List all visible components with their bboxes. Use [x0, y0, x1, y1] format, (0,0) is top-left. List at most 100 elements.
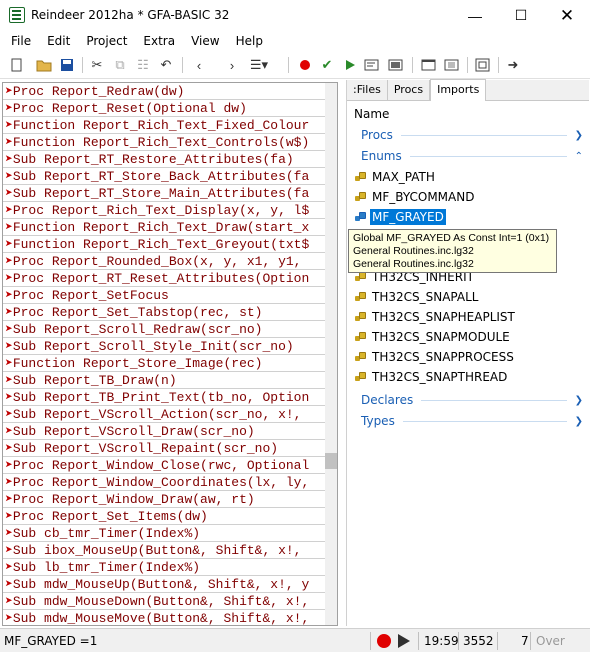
enum-item[interactable]: MAX_PATH: [355, 167, 435, 187]
play-icon[interactable]: [398, 634, 410, 648]
chevron-up-icon: ⌃: [574, 150, 583, 162]
window-title: Reindeer 2012ha * GFA-BASIC 32: [31, 8, 230, 22]
enum-icon: [355, 211, 366, 223]
code-text: Proc Report_Set_Items(dw): [12, 509, 208, 524]
fold-arrow-icon: ➤: [5, 203, 13, 218]
fold-arrow-icon: ➤: [5, 271, 13, 286]
code-line[interactable]: ➤Sub Report_Scroll_Redraw(scr_no): [3, 321, 337, 338]
code-line[interactable]: ➤Sub Report_TB_Print_Text(tb_no, Option: [3, 389, 337, 406]
code-line[interactable]: ➤Function Report_Rich_Text_Fixed_Colour: [3, 117, 337, 134]
code-line[interactable]: ➤Sub cb_tmr_Timer(Index%): [3, 525, 337, 542]
enum-item[interactable]: TH32CS_SNAPPROCESS: [355, 347, 514, 367]
code-line[interactable]: ➤Proc Report_Set_Items(dw): [3, 508, 337, 525]
code-line[interactable]: ➤Sub Report_RT_Restore_Attributes(fa): [3, 151, 337, 168]
code-line[interactable]: ➤Sub lb_tmr_Timer(Index%): [3, 559, 337, 576]
code-line[interactable]: ➤Sub Report_TB_Draw(n): [3, 372, 337, 389]
editor-scrollbar[interactable]: [325, 83, 337, 625]
window-icon[interactable]: [420, 56, 438, 74]
code-text: Proc Report_Redraw(dw): [12, 84, 185, 99]
code-line[interactable]: ➤Sub Report_RT_Store_Back_Attributes(fa: [3, 168, 337, 185]
code-line[interactable]: ➤Sub mdw_MouseDown(Button&, Shift&, x!,: [3, 593, 337, 610]
menu-extra[interactable]: Extra: [135, 31, 183, 51]
code-line[interactable]: ➤Function Report_Rich_Text_Greyout(txt$: [3, 236, 337, 253]
group-enums[interactable]: Enums ⌃: [361, 146, 583, 166]
code-text: Sub Report_RT_Store_Main_Attributes(fa: [12, 186, 310, 201]
code-line[interactable]: ➤Proc Report_Redraw(dw): [3, 83, 337, 100]
code-line[interactable]: ➤Function Report_Rich_Text_Draw(start_x: [3, 219, 337, 236]
code-text: Sub Report_Scroll_Style_Init(scr_no): [12, 339, 294, 354]
code-text: Proc Report_Rich_Text_Display(x, y, l$: [12, 203, 310, 218]
menu-help[interactable]: Help: [228, 31, 271, 51]
compile-exe-icon[interactable]: [387, 56, 405, 74]
paste-icon[interactable]: ☷: [134, 56, 152, 74]
enum-item[interactable]: TH32CS_SNAPALL: [355, 287, 478, 307]
enum-item[interactable]: TH32CS_SNAPTHREAD: [355, 367, 507, 387]
bookmark-list-icon[interactable]: ☰▾: [250, 56, 268, 74]
tab-imports[interactable]: Imports: [430, 79, 487, 101]
code-line[interactable]: ➤Proc Report_Rounded_Box(x, y, x1, y1,: [3, 253, 337, 270]
code-line[interactable]: ➤Sub Report_VScroll_Draw(scr_no): [3, 423, 337, 440]
code-line[interactable]: ➤Proc Report_Window_Draw(aw, rt): [3, 491, 337, 508]
fold-arrow-icon: ➤: [5, 152, 13, 167]
code-line[interactable]: ➤Proc Report_Window_Close(rwc, Optional: [3, 457, 337, 474]
code-text: Sub Report_VScroll_Action(scr_no, x!,: [12, 407, 302, 422]
menu-view[interactable]: View: [183, 31, 227, 51]
enum-item[interactable]: MF_BYCOMMAND: [355, 187, 474, 207]
code-editor[interactable]: ➤Proc Report_Redraw(dw) ➤Proc Report_Rese…: [2, 82, 338, 626]
code-line[interactable]: ➤Function Report_Rich_Text_Controls(w$): [3, 134, 337, 151]
code-text: Function Report_Store_Image(rec): [12, 356, 263, 371]
group-types[interactable]: Types ❯: [361, 411, 583, 431]
menu-bar: File Edit Project Extra View Help: [0, 31, 590, 51]
menu-edit[interactable]: Edit: [39, 31, 78, 51]
back-icon[interactable]: ‹: [190, 56, 208, 74]
code-line[interactable]: ➤Function Report_Store_Image(rec): [3, 355, 337, 372]
code-line[interactable]: ➤Proc Report_Window_Coordinates(lx, ly,: [3, 474, 337, 491]
enum-icon: [355, 371, 366, 383]
exit-icon[interactable]: ➜: [504, 56, 522, 74]
undo-icon[interactable]: ↶: [157, 56, 175, 74]
menu-file[interactable]: File: [3, 31, 39, 51]
close-button[interactable]: ✕: [544, 0, 590, 31]
grid-icon[interactable]: [443, 56, 461, 74]
code-line[interactable]: ➤Sub mdw_MouseUp(Button&, Shift&, x!, y: [3, 576, 337, 593]
code-line[interactable]: ➤Sub Report_VScroll_Repaint(scr_no): [3, 440, 337, 457]
scrollbar-thumb[interactable]: [325, 453, 337, 469]
group-declares[interactable]: Declares ❯: [361, 390, 583, 410]
code-line[interactable]: ➤Proc Report_Set_Tabstop(rec, st): [3, 304, 337, 321]
check-icon[interactable]: ✔: [318, 56, 336, 74]
code-line[interactable]: ➤Sub Report_VScroll_Action(scr_no, x!,: [3, 406, 337, 423]
app-icon: [9, 7, 25, 23]
code-text: Proc Report_Window_Coordinates(lx, ly,: [12, 475, 310, 490]
compile-icon[interactable]: [363, 56, 381, 74]
code-line[interactable]: ➤Proc Report_SetFocus: [3, 287, 337, 304]
enum-item[interactable]: TH32CS_SNAPMODULE: [355, 327, 510, 347]
tab-files[interactable]: :Files: [347, 80, 388, 100]
open-folder-icon[interactable]: [35, 56, 53, 74]
copy-icon[interactable]: ⧉: [111, 56, 129, 74]
fold-arrow-icon: ➤: [5, 458, 13, 473]
code-line[interactable]: ➤Sub ibox_MouseUp(Button&, Shift&, x!,: [3, 542, 337, 559]
enum-item-selected[interactable]: MF_GRAYED: [355, 207, 446, 227]
save-icon[interactable]: [58, 56, 76, 74]
maximize-button[interactable]: ☐: [498, 0, 544, 31]
menu-project[interactable]: Project: [78, 31, 135, 51]
code-line[interactable]: ➤Sub Report_RT_Store_Main_Attributes(fa: [3, 185, 337, 202]
code-line[interactable]: ➤Proc Report_RT_Reset_Attributes(Option: [3, 270, 337, 287]
status-bar: MF_GRAYED =1 19:59 3552 7 Over: [0, 628, 590, 652]
fullscreen-icon[interactable]: [474, 56, 492, 74]
record-icon[interactable]: [296, 56, 314, 74]
enum-item[interactable]: TH32CS_SNAPHEAPLIST: [355, 307, 515, 327]
status-message: MF_GRAYED =1: [4, 634, 98, 648]
forward-icon[interactable]: ›: [223, 56, 241, 74]
minimize-button[interactable]: —: [452, 0, 498, 31]
code-line[interactable]: ➤Proc Report_Reset(Optional dw): [3, 100, 337, 117]
record-icon[interactable]: [377, 634, 391, 648]
cut-icon[interactable]: ✂: [88, 56, 106, 74]
code-line[interactable]: ➤Sub mdw_MouseMove(Button&, Shift&, x!,: [3, 610, 337, 625]
code-line[interactable]: ➤Proc Report_Rich_Text_Display(x, y, l$: [3, 202, 337, 219]
run-icon[interactable]: [341, 56, 359, 74]
group-procs[interactable]: Procs ❯: [361, 125, 583, 145]
code-line[interactable]: ➤Sub Report_Scroll_Style_Init(scr_no): [3, 338, 337, 355]
tab-procs[interactable]: Procs: [388, 80, 431, 100]
new-file-icon[interactable]: [8, 56, 26, 74]
